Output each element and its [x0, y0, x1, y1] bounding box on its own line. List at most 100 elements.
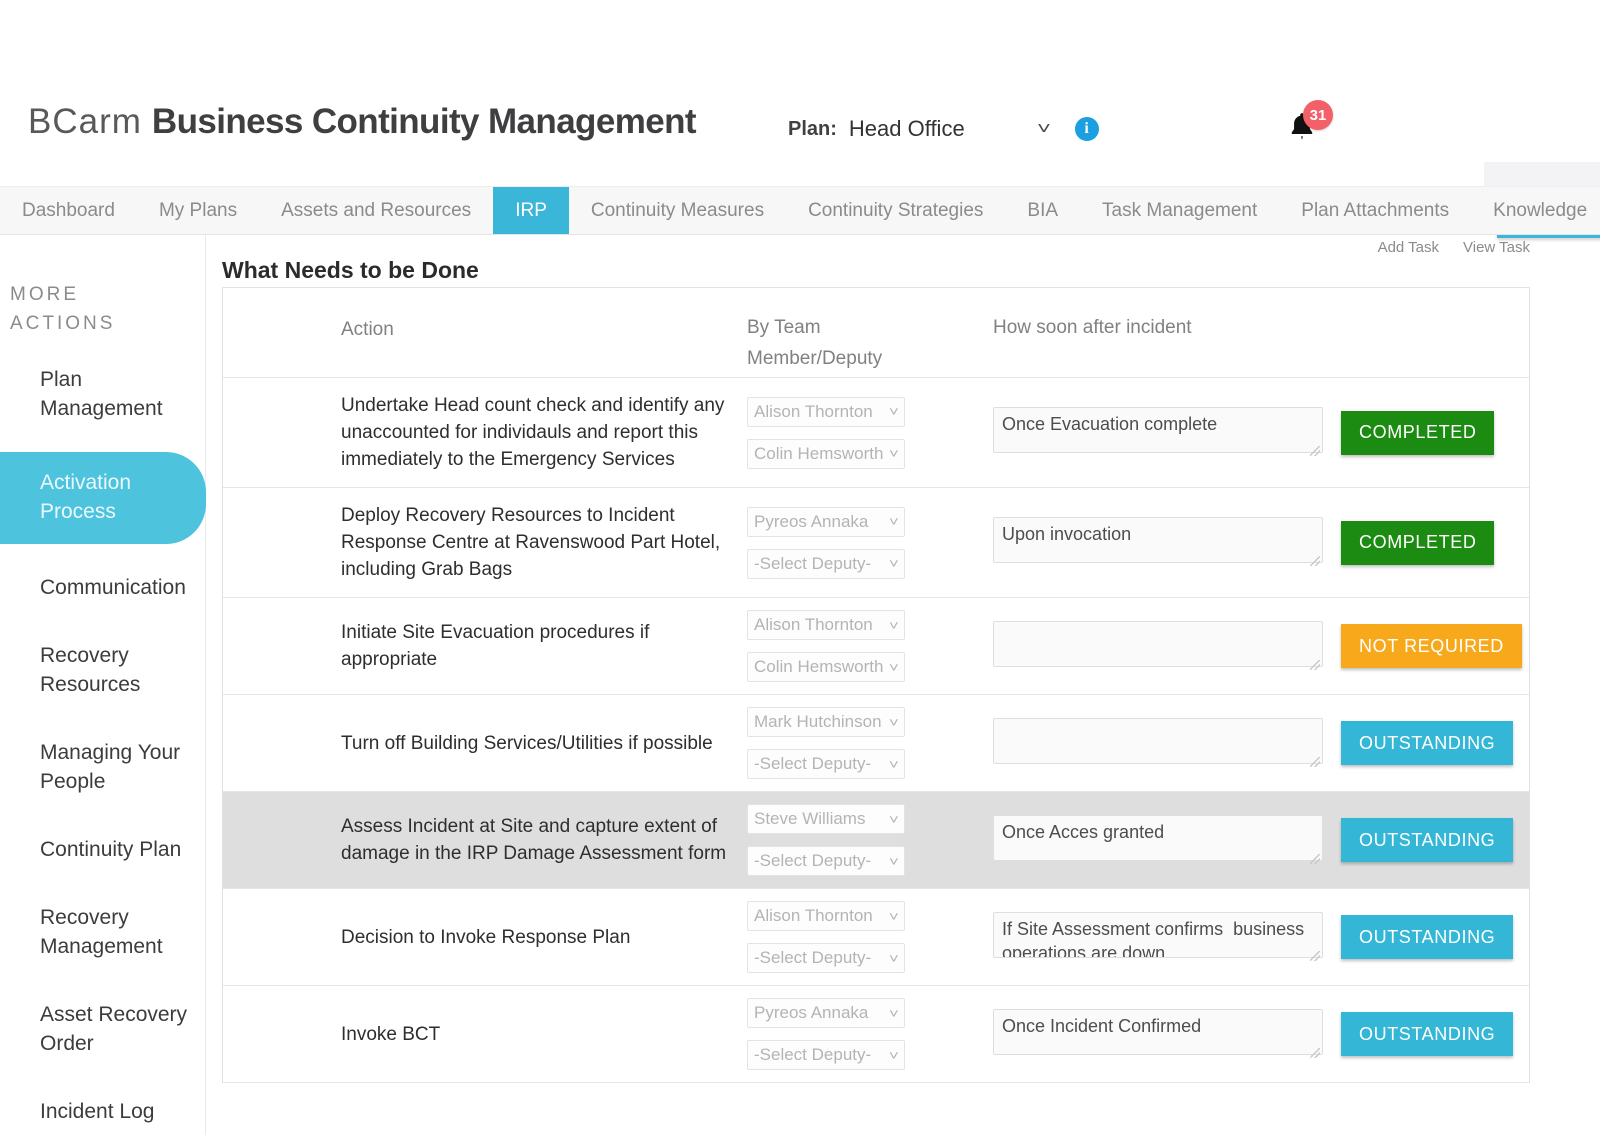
- view-task-link[interactable]: View Task: [1463, 239, 1530, 256]
- team-member-value: Pyreos Annaka: [754, 1003, 869, 1022]
- status-cell: OUTSTANDING: [1331, 889, 1529, 985]
- chevron-down-icon: ˅: [889, 853, 900, 869]
- status-cell: OUTSTANDING: [1331, 792, 1529, 888]
- actions-table: Action By Team Member/Deputy How soon af…: [222, 287, 1530, 1083]
- how-soon-input[interactable]: [993, 517, 1323, 563]
- plan-selector[interactable]: Plan: Head Office ˅ i: [788, 116, 1099, 142]
- team-member-value: Steve Williams: [754, 809, 866, 828]
- table-row: Initiate Site Evacuation procedures if a…: [223, 598, 1529, 695]
- table-row: Decision to Invoke Response Plan Alison …: [223, 889, 1529, 986]
- task-links: Add Task View Task: [1378, 239, 1530, 256]
- info-icon[interactable]: i: [1074, 117, 1099, 141]
- deputy-select[interactable]: -Select Deputy- ˅: [747, 846, 905, 876]
- team-member-select[interactable]: Steve Williams ˅: [747, 804, 905, 834]
- chevron-down-icon: ˅: [889, 1005, 900, 1021]
- how-soon-input[interactable]: [993, 814, 1323, 861]
- main-navigation: Dashboard My Plans Assets and Resources …: [0, 187, 1600, 235]
- action-cell: Initiate Site Evacuation procedures if a…: [223, 598, 739, 694]
- table-row: Undertake Head count check and identify …: [223, 378, 1529, 488]
- status-cell: OUTSTANDING: [1331, 986, 1529, 1082]
- team-member-select[interactable]: Alison Thornton ˅: [747, 610, 905, 640]
- deputy-select[interactable]: -Select Deputy- ˅: [747, 1040, 905, 1070]
- deputy-value: Colin Hemsworth: [754, 657, 884, 676]
- deputy-select[interactable]: Colin Hemsworth ˅: [747, 652, 905, 682]
- chevron-down-icon: ˅: [889, 404, 900, 419]
- table-header-row: Action By Team Member/Deputy How soon af…: [223, 288, 1529, 378]
- deputy-value: Colin Hemsworth: [754, 443, 884, 463]
- nav-item-continuity-strategies[interactable]: Continuity Strategies: [786, 187, 1005, 234]
- how-soon-cell: [981, 598, 1331, 694]
- how-soon-input[interactable]: [993, 407, 1323, 453]
- how-soon-cell: [981, 695, 1331, 791]
- chevron-down-icon[interactable]: ˅: [1037, 119, 1051, 139]
- team-member-select[interactable]: Mark Hutchinson ˅: [747, 707, 905, 737]
- status-button[interactable]: NOT REQUIRED: [1341, 624, 1522, 668]
- team-member-select[interactable]: Pyreos Annaka ˅: [747, 998, 905, 1028]
- team-member-select[interactable]: Alison Thornton ˅: [747, 396, 905, 427]
- sidebar-item-recovery-management[interactable]: Recovery Management: [0, 893, 206, 971]
- sidebar-heading-line2: ACTIONS: [10, 313, 116, 334]
- team-member-value: Alison Thornton: [754, 615, 873, 634]
- assignee-cell: Alison Thornton ˅ Colin Hemsworth ˅: [739, 378, 981, 487]
- action-cell: Turn off Building Services/Utilities if …: [223, 695, 739, 791]
- status-button[interactable]: OUTSTANDING: [1341, 1012, 1514, 1056]
- how-soon-input[interactable]: [993, 620, 1323, 667]
- add-task-link[interactable]: Add Task: [1378, 239, 1439, 256]
- how-soon-input[interactable]: [993, 717, 1323, 764]
- deputy-select[interactable]: -Select Deputy- ˅: [747, 749, 905, 779]
- nav-item-continuity-measures[interactable]: Continuity Measures: [569, 187, 786, 234]
- team-member-value: Alison Thornton: [754, 906, 873, 925]
- assignee-cell: Pyreos Annaka ˅ -Select Deputy- ˅: [739, 986, 981, 1082]
- nav-item-plan-attachments[interactable]: Plan Attachments: [1279, 187, 1471, 234]
- action-text: Deploy Recovery Resources to Incident Re…: [341, 505, 721, 580]
- nav-item-bia[interactable]: BIA: [1005, 187, 1080, 234]
- chevron-down-icon: ˅: [889, 756, 900, 772]
- status-button[interactable]: OUTSTANDING: [1341, 818, 1514, 862]
- plan-label: Plan:: [788, 117, 837, 140]
- col-header-member-cell: By Team Member/Deputy: [739, 288, 981, 384]
- deputy-select[interactable]: Colin Hemsworth ˅: [747, 438, 905, 469]
- sidebar-item-activation-process[interactable]: Activation Process: [0, 452, 206, 544]
- team-member-select[interactable]: Pyreos Annaka ˅: [747, 506, 905, 537]
- status-button[interactable]: COMPLETED: [1341, 520, 1495, 565]
- app-logo: BCarm Business Continuity Management: [28, 102, 697, 142]
- nav-item-assets-and-resources[interactable]: Assets and Resources: [259, 187, 493, 234]
- team-member-value: Mark Hutchinson: [754, 712, 882, 731]
- notifications-button[interactable]: 31: [1285, 100, 1333, 150]
- table-row: Assess Incident at Site and capture exte…: [223, 792, 1529, 889]
- table-row: Invoke BCT Pyreos Annaka ˅ -Select Deput…: [223, 986, 1529, 1083]
- action-text: Invoke BCT: [341, 1023, 441, 1045]
- nav-item-dashboard[interactable]: Dashboard: [0, 187, 137, 234]
- how-soon-input[interactable]: [993, 1008, 1323, 1055]
- nav-item-my-plans[interactable]: My Plans: [137, 187, 259, 234]
- nav-item-irp[interactable]: IRP: [493, 187, 569, 234]
- nav-item-knowledge[interactable]: Knowledge: [1471, 187, 1600, 234]
- sidebar-item-recovery-resources[interactable]: Recovery Resources: [0, 631, 206, 709]
- sidebar-menu: Plan Management Activation Process Commu…: [0, 355, 206, 1135]
- status-cell: OUTSTANDING: [1331, 695, 1529, 791]
- chevron-down-icon: ˅: [889, 446, 900, 461]
- team-member-select[interactable]: Alison Thornton ˅: [747, 901, 905, 931]
- action-text: Decision to Invoke Response Plan: [341, 926, 631, 948]
- how-soon-input[interactable]: [993, 911, 1323, 958]
- action-text: Undertake Head count check and identify …: [341, 395, 725, 470]
- sidebar-item-managing-your-people[interactable]: Managing Your People: [0, 728, 206, 806]
- sidebar-item-plan-management[interactable]: Plan Management: [0, 355, 206, 433]
- chevron-down-icon: ˅: [889, 514, 900, 529]
- sidebar-item-incident-log[interactable]: Incident Log: [0, 1087, 206, 1135]
- col-header-howsoon-cell: How soon after incident: [981, 288, 1331, 353]
- status-cell: NOT REQUIRED: [1331, 598, 1529, 694]
- deputy-select[interactable]: -Select Deputy- ˅: [747, 943, 905, 973]
- table-row: Deploy Recovery Resources to Incident Re…: [223, 488, 1529, 598]
- col-header-action: Action: [341, 319, 394, 340]
- nav-item-task-management[interactable]: Task Management: [1080, 187, 1279, 234]
- action-cell: Undertake Head count check and identify …: [223, 378, 739, 487]
- sidebar-item-communication[interactable]: Communication: [0, 563, 206, 612]
- sidebar-item-continuity-plan[interactable]: Continuity Plan: [0, 825, 206, 874]
- deputy-select[interactable]: -Select Deputy- ˅: [747, 548, 905, 579]
- team-member-value: Alison Thornton: [754, 401, 873, 421]
- status-button[interactable]: COMPLETED: [1341, 410, 1495, 455]
- status-button[interactable]: OUTSTANDING: [1341, 721, 1514, 765]
- status-button[interactable]: OUTSTANDING: [1341, 915, 1514, 959]
- sidebar-item-asset-recovery-order[interactable]: Asset Recovery Order: [0, 990, 206, 1068]
